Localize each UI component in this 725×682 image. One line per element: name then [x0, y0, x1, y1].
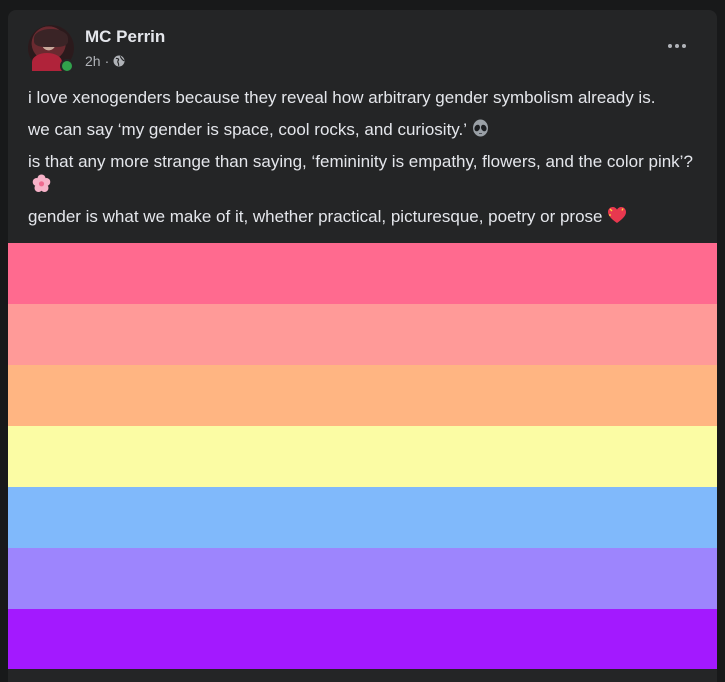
- online-status-dot: [60, 59, 74, 73]
- flag-stripe: [8, 243, 717, 304]
- post-paragraph: gender is what we make of it, whether pr…: [28, 205, 701, 228]
- globe-icon[interactable]: [113, 55, 125, 67]
- post-time[interactable]: 2h: [85, 53, 101, 69]
- post-paragraph: we can say ‘my gender is space, cool roc…: [28, 118, 701, 141]
- more-dots-icon: [668, 44, 672, 48]
- more-dots-icon: [675, 44, 679, 48]
- flag-stripe: [8, 548, 717, 609]
- post-meta: 2h ·: [85, 53, 125, 69]
- flag-stripe: [8, 304, 717, 365]
- more-options-button[interactable]: [659, 32, 695, 60]
- author-name[interactable]: MC Perrin: [85, 27, 165, 47]
- flag-image[interactable]: [8, 243, 717, 669]
- post-paragraph: i love xenogenders because they reveal h…: [28, 88, 656, 107]
- flower-emoji: [32, 174, 51, 192]
- avatar-hair: [34, 29, 68, 47]
- post-card: MC Perrin 2h · i love xenogenders becaus…: [8, 10, 717, 682]
- post-paragraph: is that any more strange than saying, ‘f…: [28, 150, 701, 196]
- post-text: i love xenogenders because they reveal h…: [8, 80, 717, 228]
- flag-stripe: [8, 487, 717, 548]
- more-dots-icon: [682, 44, 686, 48]
- heart-emoji: [607, 207, 626, 223]
- flag-stripe: [8, 365, 717, 426]
- flag-stripe: [8, 426, 717, 487]
- alien-emoji: [473, 119, 489, 137]
- post-footer: [8, 669, 717, 682]
- post-header: MC Perrin 2h ·: [8, 10, 717, 80]
- avatar-shirt: [32, 53, 62, 71]
- flag-stripe: [8, 609, 717, 669]
- meta-separator: ·: [104, 53, 110, 69]
